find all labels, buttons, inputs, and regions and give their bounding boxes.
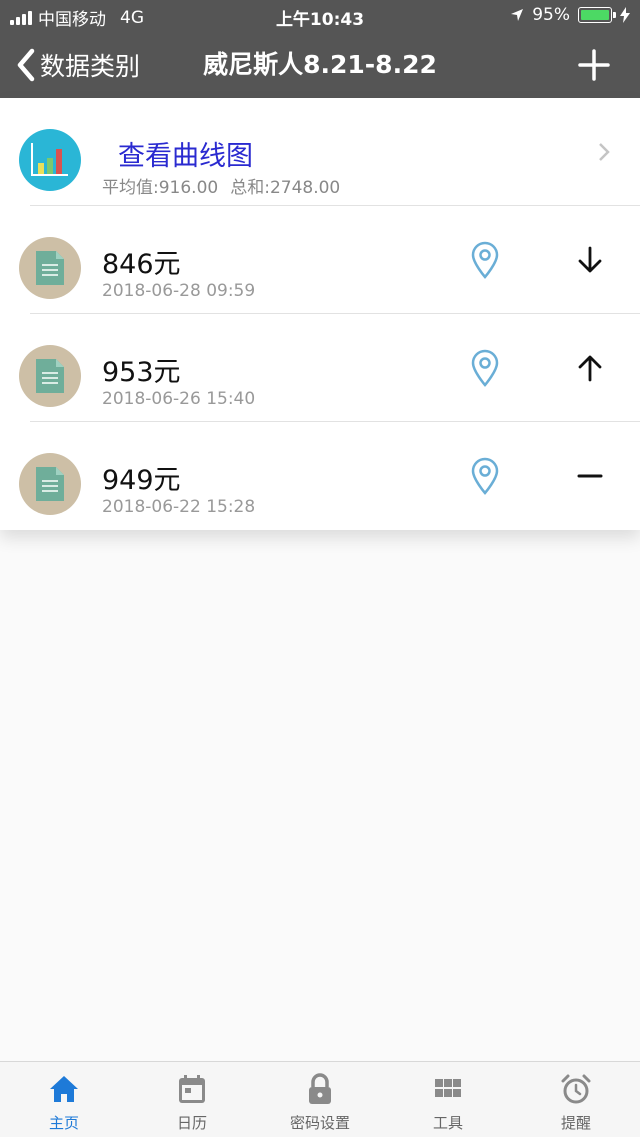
tab-home[interactable]: 主页 [0, 1062, 128, 1137]
record-value: 949元 [102, 465, 181, 496]
alarm-icon [561, 1074, 591, 1104]
document-icon [19, 345, 81, 407]
tab-label: 日历 [176, 1114, 207, 1132]
record-value: 953元 [102, 357, 181, 388]
chevron-left-icon [17, 48, 35, 82]
tab-label: 工具 [432, 1114, 463, 1132]
arrow-down-icon [578, 246, 602, 273]
record-value: 846元 [102, 249, 181, 280]
location-pin-icon[interactable] [470, 349, 500, 387]
battery-icon [578, 7, 616, 23]
document-icon [19, 237, 81, 299]
status-bar: 中国移动 4G 上午10:43 95% [0, 0, 640, 32]
tab-label: 主页 [48, 1114, 79, 1132]
minus-icon [577, 474, 603, 478]
chevron-right-icon [599, 143, 610, 161]
lock-icon [309, 1073, 331, 1104]
charging-icon [620, 7, 630, 23]
tab-label: 密码设置 [289, 1114, 350, 1132]
arrow-up-icon [578, 355, 602, 382]
battery-percent: 95% [532, 5, 570, 25]
page-title: 威尼斯人8.21-8.22 [203, 50, 437, 79]
tab-calendar[interactable]: 日历 [128, 1062, 256, 1137]
chart-stats: 平均值:916.00 总和:2748.00 [102, 173, 352, 198]
sum-value: 总和:2748.00 [230, 178, 341, 198]
list-item[interactable]: 953元 2018-06-26 15:40 [0, 314, 640, 422]
tab-bar: 主页 日历 密码设置 工具 提醒 [0, 1061, 640, 1137]
add-icon[interactable] [576, 47, 612, 83]
record-list: 查看曲线图 平均值:916.00 总和:2748.00 846元 2018-06-… [0, 98, 640, 530]
back-label: 数据类别 [40, 52, 141, 81]
view-chart-label: 查看曲线图 [118, 141, 253, 172]
bar-chart-icon [19, 129, 81, 191]
record-time: 2018-06-22 15:28 [102, 497, 256, 517]
tab-reminders[interactable]: 提醒 [512, 1062, 640, 1137]
record-time: 2018-06-26 15:40 [102, 389, 256, 409]
list-item[interactable]: 846元 2018-06-28 09:59 [0, 206, 640, 314]
record-time: 2018-06-28 09:59 [102, 281, 256, 301]
grid-icon [435, 1079, 461, 1097]
back-button[interactable]: 数据类别 [16, 32, 140, 98]
location-arrow-icon [511, 9, 524, 21]
tab-password-settings[interactable]: 密码设置 [256, 1062, 384, 1137]
calendar-icon [179, 1075, 205, 1103]
location-pin-icon[interactable] [470, 241, 500, 279]
location-pin-icon[interactable] [470, 457, 500, 495]
tab-label: 提醒 [560, 1114, 591, 1132]
nav-bar: 数据类别 威尼斯人8.21-8.22 [0, 32, 640, 98]
home-icon [50, 1076, 78, 1102]
chart-row[interactable]: 查看曲线图 平均值:916.00 总和:2748.00 [0, 98, 640, 206]
tab-tools[interactable]: 工具 [384, 1062, 512, 1137]
list-item[interactable]: 949元 2018-06-22 15:28 [0, 422, 640, 530]
document-icon [19, 453, 81, 515]
average-value: 平均值:916.00 [102, 178, 219, 198]
